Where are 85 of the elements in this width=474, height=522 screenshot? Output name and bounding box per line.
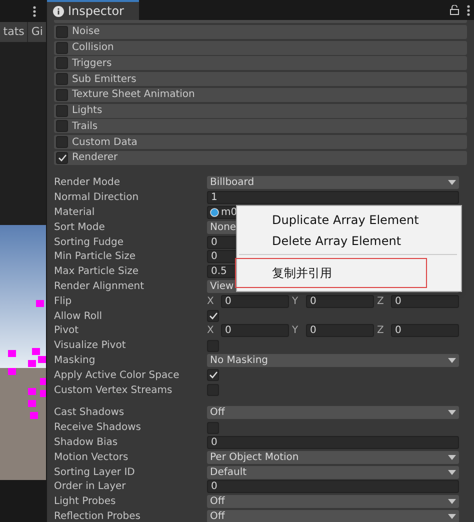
checkmark-icon — [208, 371, 218, 380]
checkmark-icon — [208, 312, 218, 320]
property-label: Motion Vectors — [54, 450, 130, 465]
dropdown[interactable]: Default — [207, 466, 459, 479]
module-header[interactable]: Trails — [54, 119, 467, 134]
number-field[interactable]: 0 — [391, 294, 459, 308]
axis-label: X — [207, 294, 215, 309]
axis-label: Z — [377, 294, 385, 309]
property-label: Max Particle Size — [54, 265, 140, 280]
property-label: Render Alignment — [54, 280, 146, 294]
dropdown[interactable]: Off — [207, 495, 459, 508]
checkbox[interactable] — [207, 369, 219, 382]
property-label: Custom Vertex Streams — [54, 384, 174, 398]
dropdown[interactable]: Off — [207, 510, 459, 522]
axis-label: X — [207, 324, 215, 338]
dropdown[interactable]: Off — [207, 406, 459, 420]
number-field[interactable]: 0 — [306, 324, 374, 338]
property-label: Allow Roll — [54, 310, 104, 324]
number-field[interactable]: 1 — [207, 191, 459, 204]
number-field[interactable]: 0 — [306, 294, 374, 308]
property-label: Cast Shadows — [54, 406, 126, 420]
property-label: Light Probes — [54, 495, 117, 510]
property-label: Reflection Probes — [54, 510, 142, 522]
module-header[interactable]: Lights — [54, 104, 467, 118]
module-header[interactable]: Texture Sheet Animation — [54, 88, 467, 102]
checkbox[interactable] — [207, 310, 219, 322]
property-label: Order in Layer — [54, 480, 127, 494]
more-options-icon[interactable] — [467, 4, 470, 16]
property-label: Sorting Fudge — [54, 236, 125, 250]
axis-label: Z — [377, 324, 385, 338]
module-header[interactable]: Noise — [54, 24, 467, 39]
dropdown[interactable]: No Masking — [207, 354, 459, 367]
module-header[interactable]: Custom Data — [54, 135, 467, 149]
property-label: Apply Active Color Space — [54, 368, 180, 383]
checkbox[interactable] — [56, 136, 68, 148]
property-label: Visualize Pivot — [54, 339, 127, 354]
dropdown[interactable]: Billboard — [207, 176, 459, 190]
inspector-tab[interactable]: Inspector — [47, 0, 139, 20]
checkbox[interactable] — [56, 120, 68, 132]
dropdown-arrow-icon — [448, 454, 456, 460]
checkmark-icon — [58, 154, 66, 162]
property-label: Receive Shadows — [54, 421, 142, 436]
property-label: Masking — [54, 354, 96, 368]
checkbox[interactable] — [56, 57, 68, 70]
number-field[interactable]: 0 — [391, 324, 459, 338]
dropdown[interactable]: Per Object Motion — [207, 450, 459, 464]
checkbox[interactable] — [56, 88, 68, 101]
dropdown-arrow-icon — [448, 499, 456, 504]
number-field[interactable]: 0 — [207, 480, 459, 494]
property-label: Shadow Bias — [54, 436, 119, 450]
menu-item[interactable]: Delete Array Element — [237, 230, 461, 251]
menu-item[interactable]: Duplicate Array Element — [237, 209, 461, 230]
module-header[interactable]: Triggers — [54, 56, 467, 70]
property-label: Render Mode — [54, 176, 122, 190]
property-label: Sorting Layer ID — [54, 466, 136, 480]
number-field[interactable]: 0 — [221, 324, 289, 338]
property-label: Normal Direction — [54, 191, 140, 206]
checkbox[interactable] — [56, 73, 68, 85]
dropdown-arrow-icon — [448, 358, 456, 363]
axis-label: Y — [292, 294, 300, 309]
menu-item[interactable]: 复制并引用 — [235, 258, 427, 288]
property-label: Min Particle Size — [54, 250, 137, 264]
dropdown-arrow-icon — [448, 410, 456, 416]
info-icon — [53, 6, 64, 16]
more-options-icon[interactable] — [33, 6, 36, 16]
dropdown-arrow-icon — [448, 470, 456, 475]
unlock-icon[interactable] — [450, 5, 459, 15]
module-header[interactable]: Sub Emitters — [54, 72, 467, 86]
axis-label: Y — [292, 324, 300, 338]
dropdown-arrow-icon — [448, 514, 456, 519]
module-header[interactable]: Collision — [54, 40, 467, 54]
sphere-icon — [210, 208, 219, 217]
dropdown-arrow-icon — [448, 180, 456, 186]
checkbox[interactable] — [56, 152, 68, 164]
property-label: Sort Mode — [54, 220, 106, 235]
module-header[interactable]: Renderer — [54, 150, 467, 165]
property-label: Flip — [54, 294, 73, 309]
checkbox[interactable] — [56, 26, 68, 38]
checkbox[interactable] — [56, 104, 68, 116]
number-field[interactable]: 0 — [221, 294, 289, 308]
property-label: Pivot — [54, 324, 80, 338]
inspector-title: Inspector — [68, 3, 124, 20]
number-field[interactable]: 0 — [207, 436, 459, 449]
property-label: Material — [54, 206, 96, 220]
checkbox[interactable] — [56, 42, 68, 54]
